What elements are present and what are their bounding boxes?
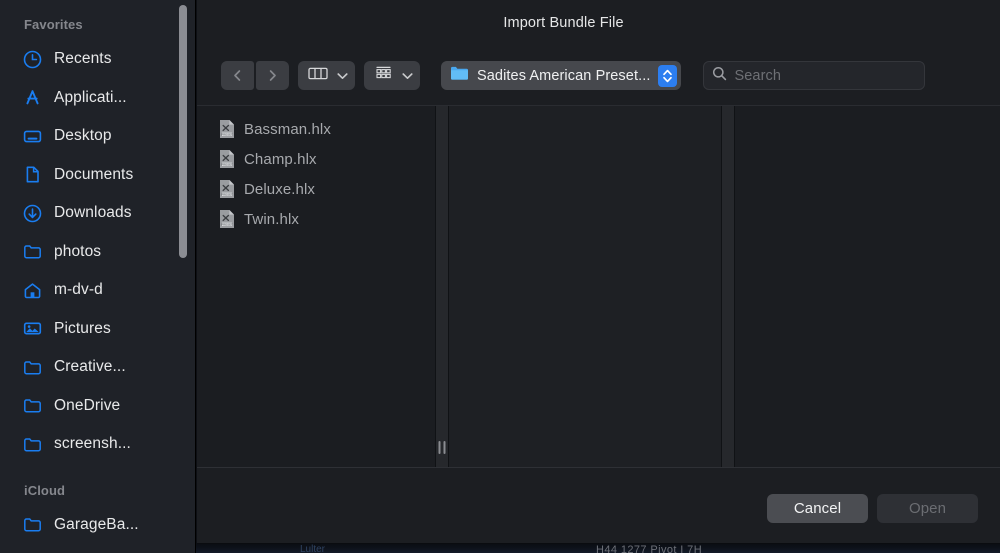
- desktop-icon: [22, 126, 43, 147]
- sidebar-item-label: OneDrive: [54, 396, 121, 414]
- clock-icon: [22, 49, 43, 70]
- sidebar-item-onedrive[interactable]: OneDrive: [0, 387, 196, 426]
- list-item[interactable]: PRESET Twin.hlx: [197, 204, 435, 234]
- dialog-bottom-edge: [197, 543, 1000, 544]
- search-icon: [712, 66, 727, 86]
- dialog-footer: Cancel Open: [197, 467, 1000, 543]
- sidebar-item-label: GarageBa...: [54, 515, 139, 533]
- applications-icon: [22, 87, 43, 108]
- document-icon: [22, 164, 43, 185]
- sidebar-item-photos[interactable]: photos: [0, 233, 196, 272]
- chevron-down-icon: [402, 67, 413, 85]
- sidebar-section-header-favorites: Favorites: [24, 17, 83, 32]
- browser-column-3[interactable]: [735, 106, 1000, 467]
- chevron-right-icon: [266, 68, 279, 83]
- sidebar-item-label: m-dv-d: [54, 281, 103, 299]
- folder-icon: [22, 241, 43, 262]
- browser-column-1[interactable]: PRESET Bassman.hlx PRESET Champ.hlx PRES…: [197, 106, 435, 467]
- search-field[interactable]: Search: [703, 61, 926, 90]
- svg-text:PRESET: PRESET: [221, 162, 233, 166]
- folder-icon: [450, 65, 469, 86]
- preset-file-icon: PRESET: [219, 209, 235, 229]
- preset-file-icon: PRESET: [219, 179, 235, 199]
- list-item[interactable]: PRESET Bassman.hlx: [197, 114, 435, 144]
- dialog-title: Import Bundle File: [503, 15, 624, 31]
- background-strip-text: H44 1277 Pivot I 7H: [596, 544, 703, 553]
- cancel-button[interactable]: Cancel: [767, 494, 868, 523]
- chevron-left-icon: [231, 68, 244, 83]
- sidebar-item-pictures[interactable]: Pictures: [0, 310, 196, 349]
- preset-file-icon: PRESET: [219, 119, 235, 139]
- svg-text:PRESET: PRESET: [221, 132, 233, 136]
- sidebar-item-label: Documents: [54, 165, 134, 183]
- sidebar-item-recents[interactable]: Recents: [0, 40, 196, 79]
- download-icon: [22, 203, 43, 224]
- open-button[interactable]: Open: [877, 494, 978, 523]
- sidebar-scrollbar-thumb[interactable]: [179, 5, 187, 258]
- back-button[interactable]: [221, 61, 254, 90]
- sidebar-scroll-area: Favorites Recents Applicati... Desktop D…: [0, 0, 196, 553]
- sidebar-item-label: screensh...: [54, 435, 131, 453]
- svg-text:PRESET: PRESET: [221, 222, 233, 226]
- list-item[interactable]: PRESET Deluxe.hlx: [197, 174, 435, 204]
- sidebar-item-garageband[interactable]: GarageBa...: [0, 506, 196, 545]
- column-view-icon: [308, 66, 328, 86]
- folder-icon: [22, 395, 43, 416]
- up-down-stepper-icon[interactable]: [658, 64, 678, 87]
- sidebar-item-screenshots[interactable]: screensh...: [0, 425, 196, 464]
- dialog-titlebar: Import Bundle File: [197, 0, 1000, 46]
- sidebar-item-label: Desktop: [54, 127, 112, 145]
- sidebar-section-header-icloud: iCloud: [24, 482, 66, 498]
- background-strip-secondary-text: Lulter: [300, 544, 326, 553]
- sidebar: Favorites Recents Applicati... Desktop D…: [0, 0, 196, 553]
- sidebar-item-label: Creative...: [54, 358, 126, 376]
- sidebar-item-documents[interactable]: Documents: [0, 156, 196, 195]
- sidebar-item-desktop[interactable]: Desktop: [0, 117, 196, 156]
- file-name-label: Twin.hlx: [244, 210, 299, 228]
- sidebar-item-downloads[interactable]: Downloads: [0, 194, 196, 233]
- forward-button[interactable]: [256, 61, 289, 90]
- file-name-label: Bassman.hlx: [244, 120, 331, 138]
- home-icon: [22, 280, 43, 301]
- preset-file-icon: PRESET: [219, 149, 235, 169]
- chevron-down-icon: [337, 67, 348, 85]
- browser-column-2[interactable]: [448, 106, 722, 467]
- pictures-icon: [22, 318, 43, 339]
- sidebar-right-edge: [195, 0, 196, 553]
- view-mode-menu-button[interactable]: [298, 61, 355, 90]
- svg-text:PRESET: PRESET: [221, 192, 233, 196]
- sidebar-item-label: Downloads: [54, 204, 132, 222]
- column-divider-2[interactable]: [721, 106, 736, 467]
- sidebar-item-label: Recents: [54, 50, 112, 68]
- folder-icon: [22, 357, 43, 378]
- arrange-by-icon: [374, 65, 393, 86]
- dialog-toolbar: Sadites American Preset... Search: [197, 46, 1000, 105]
- current-folder-popup-button[interactable]: Sadites American Preset...: [441, 61, 682, 90]
- column-browser: PRESET Bassman.hlx PRESET Champ.hlx PRES…: [197, 105, 1000, 467]
- file-name-label: Champ.hlx: [244, 150, 317, 168]
- sidebar-item-label: Pictures: [54, 319, 111, 337]
- sidebar-item-home[interactable]: m-dv-d: [0, 271, 196, 310]
- sidebar-item-label: photos: [54, 242, 102, 260]
- column-resize-grip-icon[interactable]: [438, 441, 446, 454]
- import-bundle-file-dialog: Import Bundle File Sadites American Pres…: [197, 0, 1000, 543]
- screen: Lulter H44 1277 Pivot I 7H Favorites Rec…: [0, 0, 1000, 553]
- navigation-segmented-control: [221, 61, 289, 90]
- current-folder-label: Sadites American Preset...: [477, 67, 651, 84]
- sidebar-item-applications[interactable]: Applicati...: [0, 79, 196, 118]
- folder-icon: [22, 434, 43, 455]
- column-divider-1[interactable]: [434, 106, 449, 467]
- sidebar-item-label: Applicati...: [54, 88, 127, 106]
- sidebar-scrollbar[interactable]: [178, 0, 188, 553]
- group-by-menu-button[interactable]: [364, 61, 420, 90]
- search-input-placeholder[interactable]: Search: [734, 68, 781, 84]
- folder-icon: [22, 514, 43, 535]
- file-name-label: Deluxe.hlx: [244, 180, 316, 198]
- list-item[interactable]: PRESET Champ.hlx: [197, 144, 435, 174]
- sidebar-item-creative[interactable]: Creative...: [0, 348, 196, 387]
